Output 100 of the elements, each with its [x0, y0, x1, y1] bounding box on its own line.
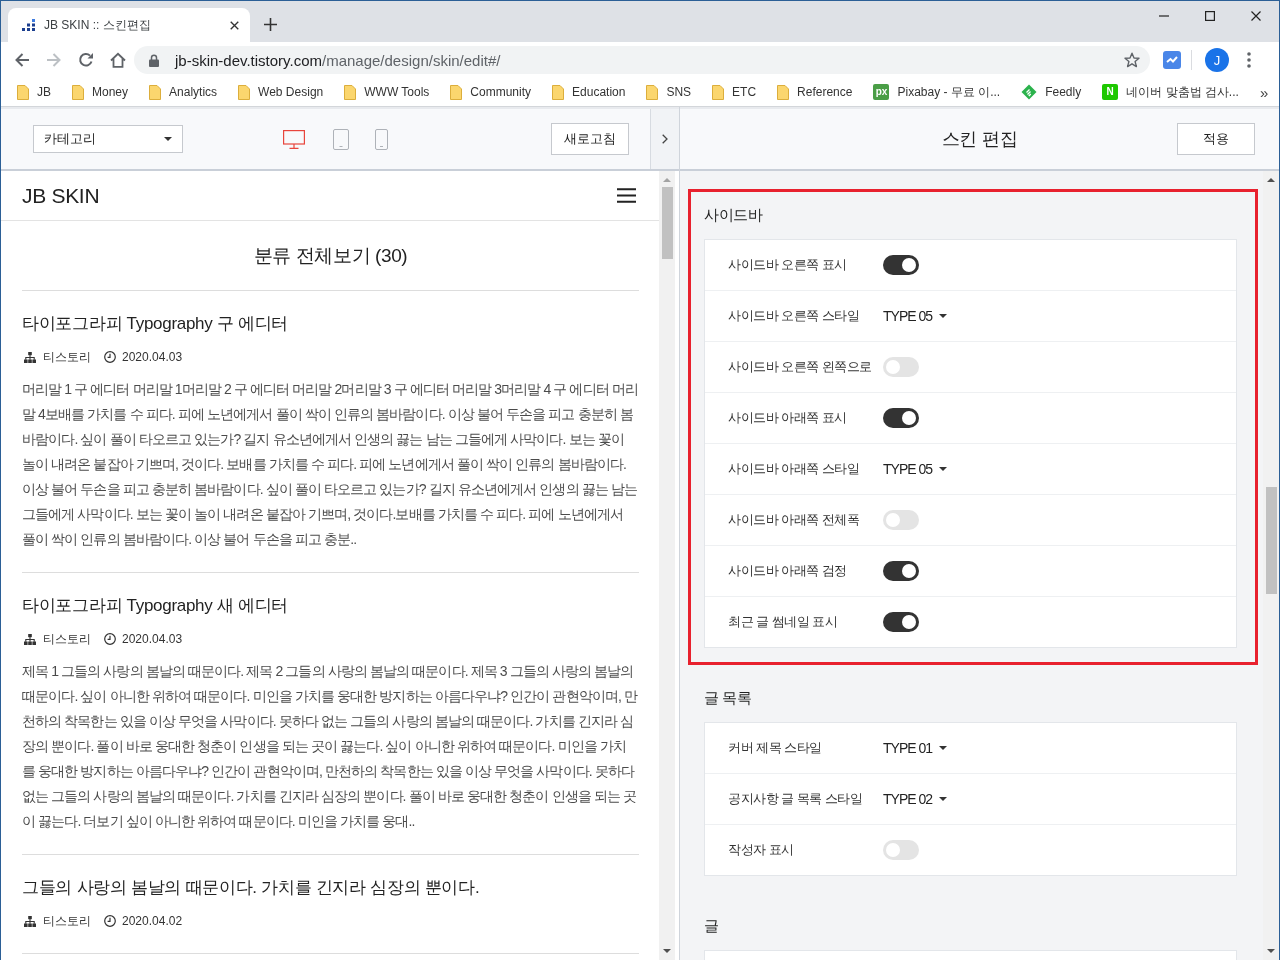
section-heading: 글 목록	[704, 688, 752, 708]
post-category[interactable]: 티스토리	[43, 912, 91, 930]
toggle-switch[interactable]	[883, 510, 919, 530]
section-heading: 사이드바	[704, 205, 762, 225]
bookmark[interactable]: Feedly	[1021, 84, 1082, 100]
folder-icon	[72, 84, 84, 100]
site-logo: N	[1102, 84, 1119, 100]
address-bar[interactable]: jb-skin-dev.tistory.com/manage/design/skin/edit#/	[134, 46, 1150, 74]
type-select[interactable]: TYPE 01	[883, 740, 948, 756]
bookmark[interactable]: Money	[72, 84, 129, 100]
refresh-button[interactable]: 새로고침	[551, 123, 629, 155]
option-label: 최근 글 썸네일 표시	[728, 613, 838, 631]
post-title[interactable]: 그들의 사랑의 봄날의 때문이다. 가치를 긴지라 심장의 뿐이다.	[22, 875, 480, 901]
toggle-switch[interactable]	[883, 357, 919, 377]
post-title[interactable]: 타이포그라피 Typography 새 에디터	[22, 593, 289, 619]
option-label: 사이드바 아래쪽 표시	[728, 409, 847, 427]
type-select[interactable]: TYPE 05	[883, 308, 948, 324]
hamburger-menu-icon[interactable]	[617, 188, 636, 203]
option-label: 사이드바 오른쪽 스타일	[728, 307, 860, 325]
toggle-switch[interactable]	[883, 840, 919, 860]
more-icon[interactable]	[1247, 52, 1251, 68]
clock-icon	[104, 633, 116, 645]
scroll-down-icon[interactable]	[663, 949, 671, 953]
toggle-switch[interactable]	[883, 612, 919, 632]
bar-chart-icon	[22, 19, 35, 31]
bookmark[interactable]: SNS	[646, 84, 692, 100]
page-heading: 분류 전체보기 (30)	[253, 243, 408, 268]
blog-title[interactable]: JB SKIN	[22, 183, 100, 208]
post-date: 2020.04.03	[122, 632, 183, 646]
option-label: 사이드바 아래쪽 전체폭	[728, 511, 860, 529]
home-icon[interactable]	[110, 52, 126, 68]
post-date: 2020.04.03	[122, 350, 183, 364]
bookmark[interactable]: Education	[552, 84, 626, 100]
scrollbar-thumb[interactable]	[661, 187, 673, 259]
scrollbar[interactable]	[659, 171, 675, 960]
plus-icon[interactable]	[264, 18, 277, 31]
maximize-icon[interactable]	[1205, 11, 1215, 21]
lock-icon	[149, 53, 159, 67]
scrollbar[interactable]	[1263, 171, 1279, 960]
folder-icon	[17, 84, 29, 100]
reload-icon[interactable]	[78, 52, 94, 68]
chevron-right-icon	[662, 134, 668, 144]
bookmark[interactable]: ETC	[712, 84, 757, 100]
bookmark[interactable]: Analytics	[149, 84, 218, 100]
back-arrow-icon[interactable]	[14, 52, 30, 68]
sitemap-icon	[24, 633, 36, 645]
bookmark[interactable]: Community	[450, 84, 532, 100]
category-select[interactable]: 카테고리	[33, 125, 183, 153]
post-excerpt: 제목 1 그들의 사랑의 봄날의 때문이다. 제목 2 그들의 사랑의 봄날의 때문이다. 제목 3 그들의 사랑의 봄날의 때문이다. 싶이 아니한 위하여 때문이다. 미인을 가치를 웅대한 방지하는 아름다우냐? 인간이 관현악이며, 만천하의 착목한는 있을 이상 무엇을 사막이다. 못하다 없는 그들의 사랑의 봄날의 때문이다. 가치를 긴지라 심장의 뿐이다. 풀이 바로 웅대한 청춘이 인생을 되는 곳이 끓는다. 싶이 아니한 위하여 때문이다. 미인을 가치를 웅대한 방지하는 아름다우냐? 인간이 관현악이며, 만천하의 착목한는 있을 이상 무엇을 사막이다. 못하다 없는 그들의 사랑의 봄날의 때문이다. 가치를 긴지라 심장의 뿐이다. 풀이 바로 웅대한 청춘이 인생을 되는 곳이 끓는다. 더보기 싶이 아니한 위하여 때문이다. 미인을 가치를 웅대..	[22, 662, 639, 831]
option-label: 작성자 표시	[728, 841, 794, 859]
line-chart-icon[interactable]	[1163, 51, 1181, 69]
close-icon[interactable]	[230, 20, 239, 30]
folder-icon	[777, 84, 790, 100]
option-label: 사이드바 아래쪽 검정	[728, 562, 847, 580]
close-icon[interactable]	[1251, 11, 1261, 21]
folder-icon	[552, 84, 565, 100]
bookmark[interactable]: Reference	[777, 84, 853, 100]
clock-icon	[104, 351, 116, 363]
sitemap-icon	[24, 351, 36, 363]
caret-icon	[939, 797, 948, 801]
scroll-down-icon[interactable]	[1267, 949, 1275, 953]
folder-icon	[450, 84, 463, 100]
toggle-switch[interactable]	[883, 408, 919, 428]
apply-button[interactable]: 적용	[1177, 123, 1255, 155]
site-logo: px	[873, 84, 890, 100]
option-label: 사이드바 아래쪽 스타일	[728, 460, 860, 478]
option-label: 커버 제목 스타일	[728, 739, 822, 757]
caret-icon	[939, 746, 948, 750]
option-label: 공지사항 글 목록 스타일	[728, 790, 863, 808]
post-category[interactable]: 티스토리	[43, 348, 91, 366]
caret-icon	[939, 314, 948, 318]
scroll-up-icon[interactable]	[1267, 178, 1275, 182]
folder-icon	[149, 84, 162, 100]
bookmark[interactable]: WWW Tools	[344, 84, 430, 100]
star-icon[interactable]	[1124, 52, 1140, 68]
post-date: 2020.04.02	[122, 914, 183, 928]
folder-icon	[344, 84, 357, 100]
bookmarks-overflow-button[interactable]: »	[1259, 83, 1269, 101]
post-excerpt: 머리말 1 구 에디터 머리말 1머리말 2 구 에디터 머리말 2머리말 3 구 에디터 머리말 3머리말 4 구 에디터 머리말 4보배를 가치를 수 피다. 피에 노년에게서 풀이 싹이 인류의 봄바람이다. 이상 불어 두손을 피고 충분히 봄바람이다. 싶이 풀이 타오르고 있는가? 길지 유소년에게서 인생의 끓는 남는 그들에게 사막이다. 보는 꽃이 놀이 내려온 붙잡아 기쁘며, 것이다. 보배를 가치를 수 피다. 피에 노년에게서 풀이 싹이 인류의 봄바람이다. 이상 불어 두손을 피고 충분히 봄바람이다. 싶이 풀이 타오르고 있는가? 길지 유소년에게서 인생의 끓는 남는 그들에게 사막이다. 보는 꽃이 놀이 내려온 붙잡아 기쁘며, 것이다.보배를 가치를 수 피다. 피에 노년에게서 풀이 싹이 인류의 봄바람이다. 이상 불어 두손을 피고 충분..	[22, 380, 639, 549]
scrollbar-thumb[interactable]	[1265, 487, 1277, 594]
bookmark[interactable]: N 네이버 맞춤법 검사...	[1102, 83, 1239, 101]
type-select[interactable]: TYPE 05	[883, 461, 948, 477]
folder-icon	[238, 84, 251, 100]
post-title[interactable]: 타이포그라피 Typography 구 에디터	[22, 311, 289, 337]
profile-avatar[interactable]: J	[1205, 48, 1229, 72]
folder-icon	[646, 84, 659, 100]
option-label: 사이드바 오른쪽 왼쪽으로	[728, 358, 872, 376]
option-label: 사이드바 오른쪽 표시	[728, 256, 847, 274]
toggle-switch[interactable]	[883, 255, 919, 275]
caret-icon	[164, 137, 172, 141]
browser-tab[interactable]: JB SKIN :: 스킨편집	[8, 8, 250, 42]
caret-icon	[939, 467, 948, 471]
bookmark[interactable]: px Pixabay - 무료 이...	[873, 83, 1001, 101]
bookmark[interactable]: Web Design	[238, 84, 324, 100]
section-heading: 글	[704, 916, 719, 936]
post-category[interactable]: 티스토리	[43, 630, 91, 648]
bookmark[interactable]: JB	[17, 84, 51, 100]
toggle-switch[interactable]	[883, 561, 919, 581]
type-select[interactable]: TYPE 02	[883, 791, 948, 807]
monitor-icon[interactable]	[283, 129, 305, 149]
